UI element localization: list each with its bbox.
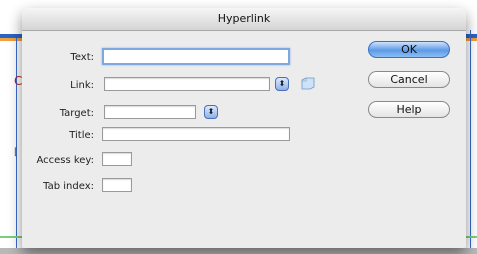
dialog-title: Hyperlink — [22, 8, 466, 31]
access-key-field[interactable] — [102, 152, 132, 166]
title-field[interactable] — [102, 127, 290, 141]
background-text-fragment: [ — [14, 147, 18, 158]
target-label: Target: — [59, 108, 94, 119]
link-popup-button[interactable]: ⬍ — [275, 77, 289, 91]
browse-folder-icon[interactable] — [301, 77, 315, 90]
tab-index-label: Tab index: — [43, 181, 94, 192]
text-label: Text: — [70, 52, 94, 63]
link-field[interactable] — [104, 77, 270, 91]
background-bottom-strip — [0, 248, 477, 254]
ok-button[interactable]: OK — [368, 41, 450, 58]
title-label: Title: — [69, 130, 94, 141]
popup-arrows-icon: ⬍ — [207, 107, 215, 116]
popup-arrows-icon: ⬍ — [278, 79, 286, 88]
hyperlink-dialog: Hyperlink Text: Link: ⬍ Target: ⬍ Title:… — [22, 8, 466, 248]
target-popup-button[interactable]: ⬍ — [204, 105, 218, 119]
text-field[interactable] — [102, 48, 290, 65]
access-key-label: Access key: — [36, 155, 94, 166]
help-button[interactable]: Help — [368, 101, 450, 118]
target-field[interactable] — [104, 105, 196, 119]
cancel-button[interactable]: Cancel — [368, 71, 450, 88]
link-label: Link: — [70, 80, 94, 91]
background-right-rule — [470, 30, 471, 250]
background-left-rule — [16, 38, 17, 248]
tab-index-field[interactable] — [102, 178, 132, 192]
